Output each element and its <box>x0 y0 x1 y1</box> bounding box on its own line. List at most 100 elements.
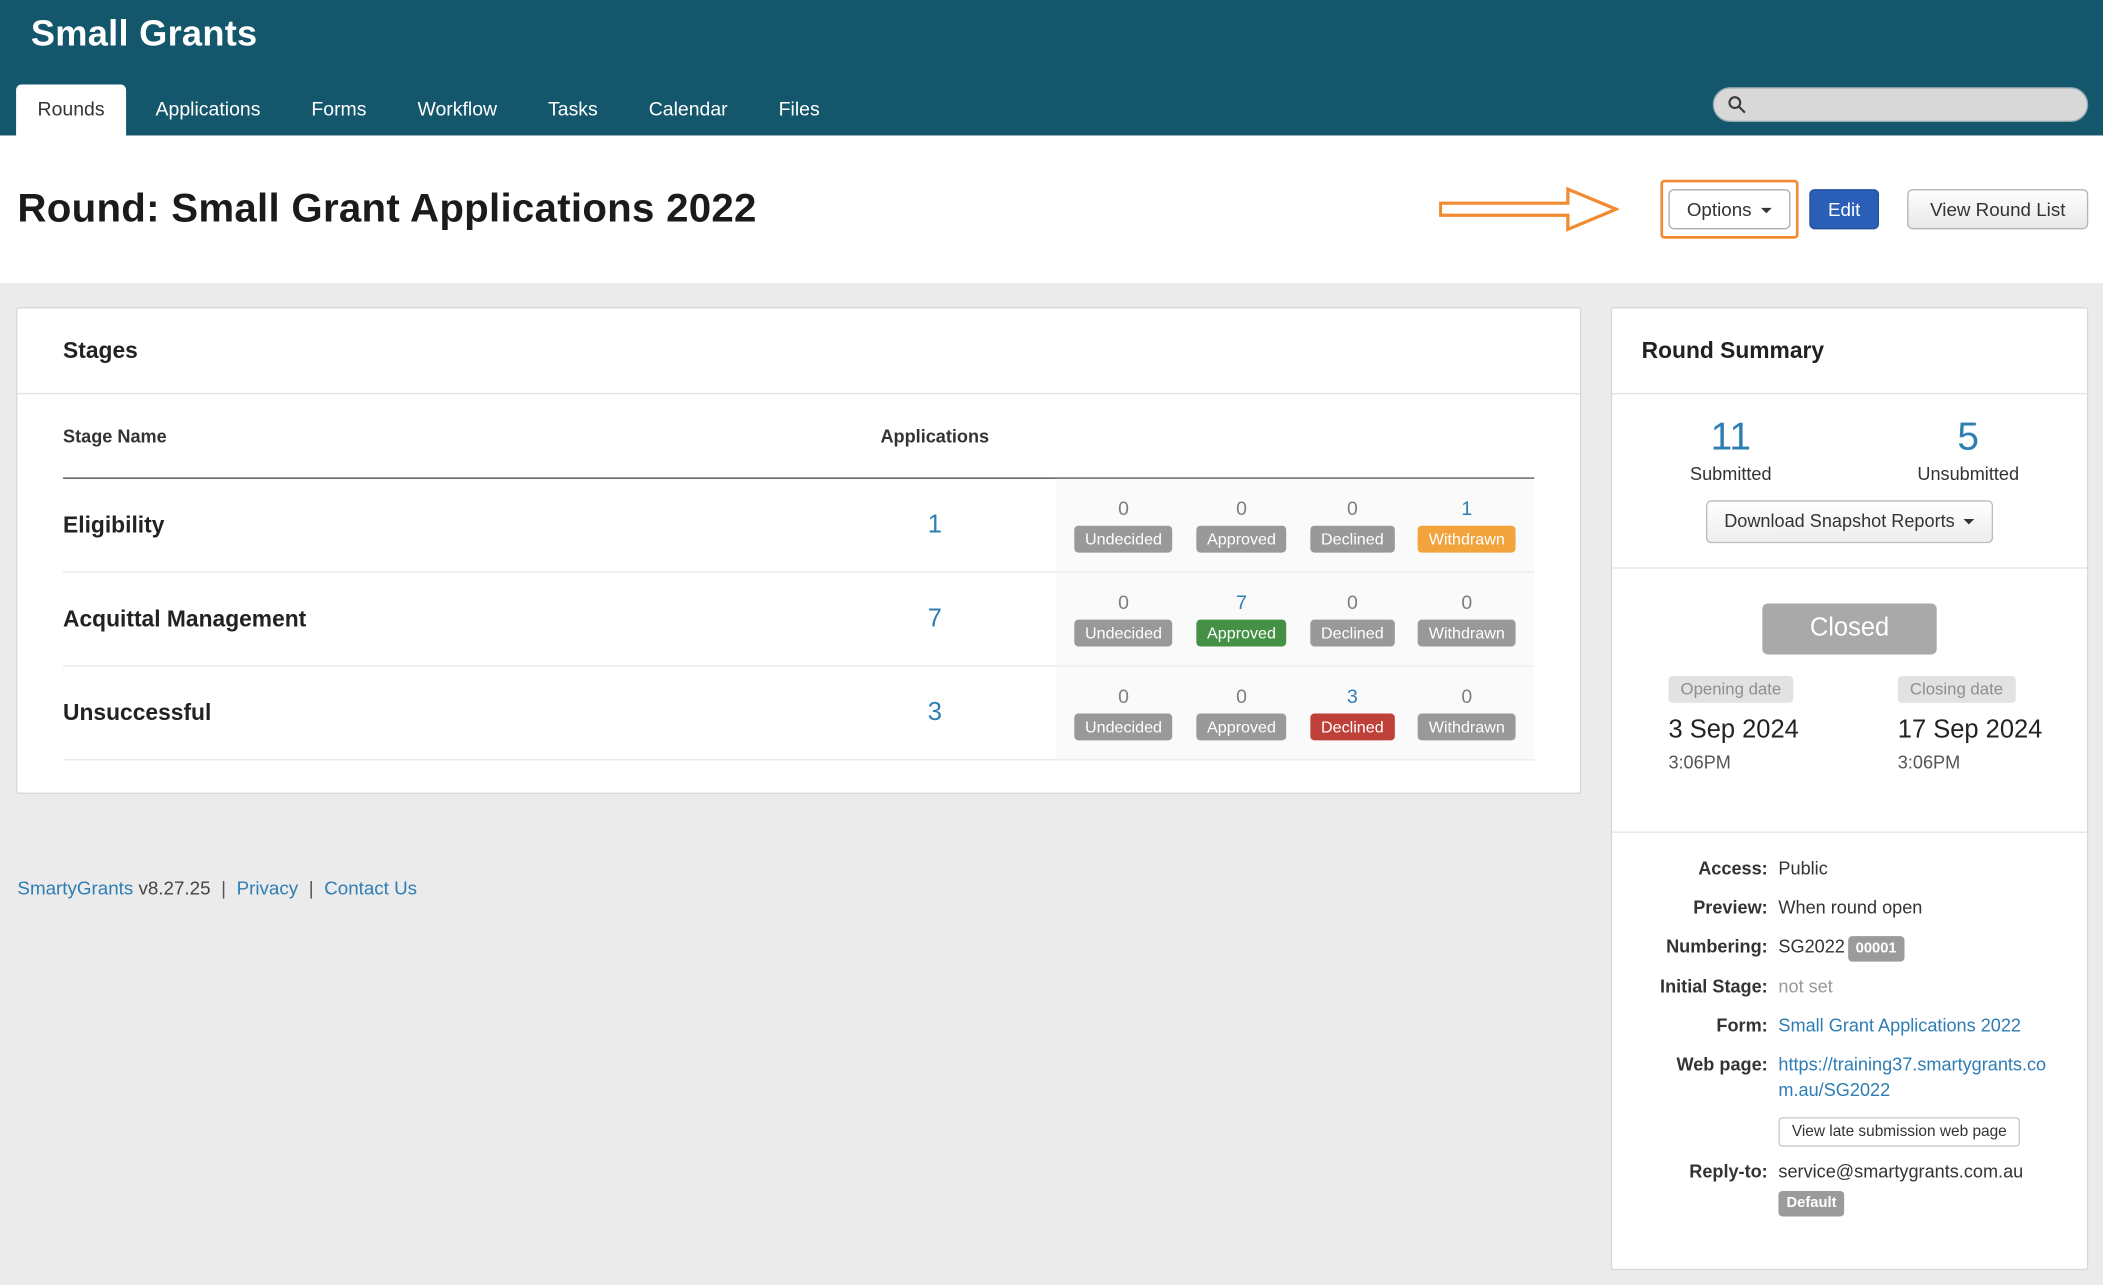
web-page-link[interactable]: https://training37.smartygrants.com.au/S… <box>1778 1053 2062 1104</box>
approved-count: 7 <box>1196 592 1286 613</box>
tab-tasks[interactable]: Tasks <box>527 84 620 135</box>
download-snapshot-reports-button[interactable]: Download Snapshot Reports <box>1705 500 1993 543</box>
footer-separator: | <box>221 877 226 898</box>
declined-badge: Declined <box>1310 619 1394 646</box>
undecided-count: 0 <box>1074 592 1172 613</box>
table-row: Acquittal Management 7 0 Undecided 7 App… <box>63 573 1534 667</box>
withdrawn-badge: Withdrawn <box>1418 525 1515 552</box>
options-button-label: Options <box>1687 198 1752 219</box>
form-link[interactable]: Small Grant Applications 2022 <box>1778 1016 2021 1036</box>
tab-files[interactable]: Files <box>757 84 841 135</box>
stage-name: Acquittal Management <box>63 606 814 633</box>
closing-date-label: Closing date <box>1898 676 2015 703</box>
table-row: Unsuccessful 3 0 Undecided 0 Approved <box>63 667 1534 761</box>
approved-badge: Approved <box>1196 713 1286 740</box>
edit-button[interactable]: Edit <box>1809 189 1879 230</box>
stage-status-counts: 0 Undecided 7 Approved 0 Declined <box>1056 573 1535 666</box>
view-round-list-button[interactable]: View Round List <box>1907 189 2088 230</box>
tab-calendar[interactable]: Calendar <box>627 84 749 135</box>
download-snapshot-reports-label: Download Snapshot Reports <box>1724 511 1954 531</box>
numbering-badge: 00001 <box>1848 936 1905 962</box>
submission-stats: 11 Submitted 5 Unsubmitted <box>1612 394 2087 484</box>
page: Small Grants Rounds Applications Forms W… <box>0 0 2103 1285</box>
footer-brand-link[interactable]: SmartyGrants <box>17 877 133 898</box>
opening-date-label: Opening date <box>1668 676 1793 703</box>
app-header: Small Grants Rounds Applications Forms W… <box>0 0 2103 135</box>
caret-down-icon <box>1761 208 1772 213</box>
closing-date-value: 17 Sep 2024 <box>1898 716 2074 746</box>
reply-to-value: service@smartygrants.com.au <box>1778 1161 2023 1181</box>
round-summary-panel: Round Summary 11 Submitted 5 Unsubmitted… <box>1611 307 2088 1270</box>
opening-time-value: 3:06PM <box>1668 753 1897 773</box>
tab-rounds[interactable]: Rounds <box>16 84 126 135</box>
content-area: Stages Stage Name Applications Eligibili… <box>0 283 2103 1270</box>
tab-forms[interactable]: Forms <box>290 84 388 135</box>
preview-value: When round open <box>1778 896 2057 921</box>
unsubmitted-count: 5 <box>1850 413 2087 461</box>
stage-applications-link[interactable]: 3 <box>928 698 942 726</box>
view-late-submission-button[interactable]: View late submission web page <box>1778 1117 2020 1147</box>
stage-applications-link[interactable]: 7 <box>928 604 942 632</box>
web-page-label: Web page: <box>1642 1053 1768 1104</box>
table-row: Eligibility 1 0 Undecided 0 Approved <box>63 479 1534 573</box>
round-status-badge: Closed <box>1763 604 1936 655</box>
footer-separator: | <box>309 877 314 898</box>
undecided-badge: Undecided <box>1074 713 1172 740</box>
search-box[interactable] <box>1713 87 2089 122</box>
tab-applications[interactable]: Applications <box>134 84 282 135</box>
footer: SmartyGrants v8.27.25 | Privacy | Contac… <box>17 877 1581 898</box>
search-icon <box>1727 95 1746 114</box>
access-label: Access: <box>1642 857 1768 882</box>
search-input[interactable] <box>1754 95 2073 115</box>
closing-time-value: 3:06PM <box>1898 753 2074 773</box>
submitted-count: 11 <box>1612 413 1849 461</box>
options-button[interactable]: Options <box>1668 189 1790 230</box>
round-summary-header: Round Summary <box>1612 308 2087 394</box>
stage-applications-link[interactable]: 1 <box>928 510 942 538</box>
tab-workflow[interactable]: Workflow <box>396 84 519 135</box>
access-value: Public <box>1778 857 2057 882</box>
app-title: Small Grants <box>31 13 258 55</box>
declined-badge: Declined <box>1310 525 1394 552</box>
primary-nav: Rounds Applications Forms Workflow Tasks… <box>16 84 849 135</box>
initial-stage-label: Initial Stage: <box>1642 976 1768 1001</box>
round-summary-heading: Round Summary <box>1642 338 2042 365</box>
round-details: Access: Public Preview: When round open … <box>1612 833 2087 1246</box>
submitted-label: Submitted <box>1612 464 1849 484</box>
declined-count: 0 <box>1310 592 1394 613</box>
footer-privacy-link[interactable]: Privacy <box>237 877 299 898</box>
preview-label: Preview: <box>1642 896 1768 921</box>
approved-badge: Approved <box>1196 525 1286 552</box>
round-dates: Opening date 3 Sep 2024 3:06PM Closing d… <box>1612 655 2087 832</box>
column-header-applications: Applications <box>814 426 1055 446</box>
footer-version: v8.27.25 <box>138 877 210 898</box>
annotation-arrow-icon <box>1439 186 1619 232</box>
approved-count: 0 <box>1196 686 1286 707</box>
declined-count: 3 <box>1310 686 1394 707</box>
footer-contact-link[interactable]: Contact Us <box>324 877 417 898</box>
caret-down-icon <box>1964 520 1975 525</box>
declined-badge: Declined <box>1310 713 1394 740</box>
main-column: Stages Stage Name Applications Eligibili… <box>16 307 1581 898</box>
title-band: Round: Small Grant Applications 2022 Opt… <box>0 135 2103 283</box>
declined-count: 0 <box>1310 498 1394 519</box>
undecided-count: 0 <box>1074 498 1172 519</box>
withdrawn-badge: Withdrawn <box>1418 619 1515 646</box>
stages-panel: Stages Stage Name Applications Eligibili… <box>16 307 1581 794</box>
withdrawn-count: 0 <box>1418 592 1515 613</box>
approved-badge: Approved <box>1196 619 1286 646</box>
reply-to-label: Reply-to: <box>1642 1160 1768 1217</box>
stages-table-header: Stage Name Applications <box>63 394 1534 478</box>
numbering-value: SG2022 <box>1778 936 1844 956</box>
annotation-highlight: Options <box>1660 179 1798 239</box>
stages-panel-header: Stages <box>17 308 1579 394</box>
stages-heading: Stages <box>63 338 1534 365</box>
withdrawn-badge: Withdrawn <box>1418 713 1515 740</box>
reply-to-default-badge: Default <box>1778 1191 1844 1217</box>
stages-table: Stage Name Applications Eligibility 1 0 … <box>63 394 1534 760</box>
stage-status-counts: 0 Undecided 0 Approved 0 Declined <box>1056 479 1535 572</box>
undecided-badge: Undecided <box>1074 525 1172 552</box>
stage-name: Eligibility <box>63 512 814 539</box>
numbering-label: Numbering: <box>1642 935 1768 962</box>
stage-name: Unsuccessful <box>63 699 814 726</box>
